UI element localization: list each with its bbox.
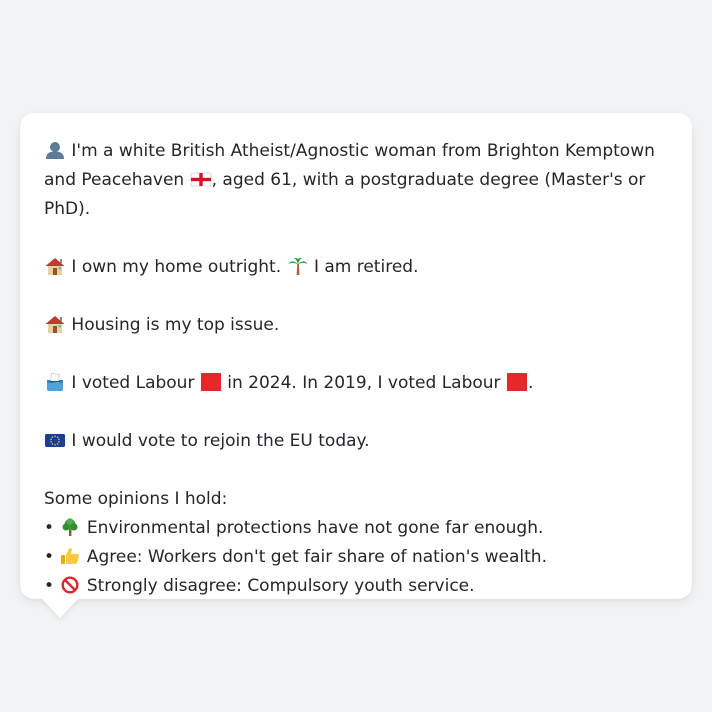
house-icon	[44, 257, 66, 275]
eu-paragraph: I would vote to rejoin the EU today.	[44, 427, 668, 456]
person-silhouette-icon	[44, 141, 66, 159]
ballot-box-icon	[44, 373, 66, 391]
opinion-text: Strongly disagree: Compulsory youth serv…	[86, 576, 475, 596]
opinions-list: • Environmental protections have not gon…	[44, 514, 668, 601]
bullet: •	[44, 576, 55, 596]
home-paragraph: I own my home outright. I am retired.	[44, 253, 668, 282]
vote-2024-text: I voted Labour	[71, 373, 195, 393]
top-issue-paragraph: Housing is my top issue.	[44, 311, 668, 340]
opinion-item-workers: • Agree: Workers don't get fair share of…	[44, 543, 668, 572]
bullet: •	[44, 547, 55, 567]
persona-card: I'm a white British Atheist/Agnostic wom…	[20, 113, 692, 599]
opinion-text: Agree: Workers don't get fair share of n…	[86, 547, 547, 567]
prohibited-icon	[59, 576, 81, 594]
house-icon	[44, 315, 66, 333]
home-text: I own my home outright.	[71, 257, 282, 277]
vote-2019-text: in 2024. In 2019, I voted Labour	[227, 373, 501, 393]
england-flag-icon	[190, 170, 212, 188]
top-issue-text: Housing is my top issue.	[71, 315, 280, 335]
identity-paragraph: I'm a white British Atheist/Agnostic wom…	[44, 137, 668, 224]
opinions-heading: Some opinions I hold:	[44, 489, 228, 509]
tree-icon	[59, 518, 81, 536]
red-square-icon	[506, 373, 528, 391]
palm-tree-icon	[287, 257, 309, 275]
vote-end-text: .	[527, 373, 534, 393]
opinion-text: Environmental protections have not gone …	[86, 518, 544, 538]
speech-bubble-tail	[41, 598, 79, 618]
vote-paragraph: I voted Labour in 2024. In 2019, I voted…	[44, 369, 668, 398]
bullet: •	[44, 518, 55, 538]
eu-text: I would vote to rejoin the EU today.	[71, 431, 370, 451]
red-square-icon	[200, 373, 222, 391]
thumbs-up-icon	[59, 547, 81, 565]
opinion-item-environment: • Environmental protections have not gon…	[44, 514, 668, 543]
opinion-item-youth-service: • Strongly disagree: Compulsory youth se…	[44, 572, 668, 601]
retired-text: I am retired.	[313, 257, 419, 277]
eu-flag-icon	[44, 431, 66, 449]
